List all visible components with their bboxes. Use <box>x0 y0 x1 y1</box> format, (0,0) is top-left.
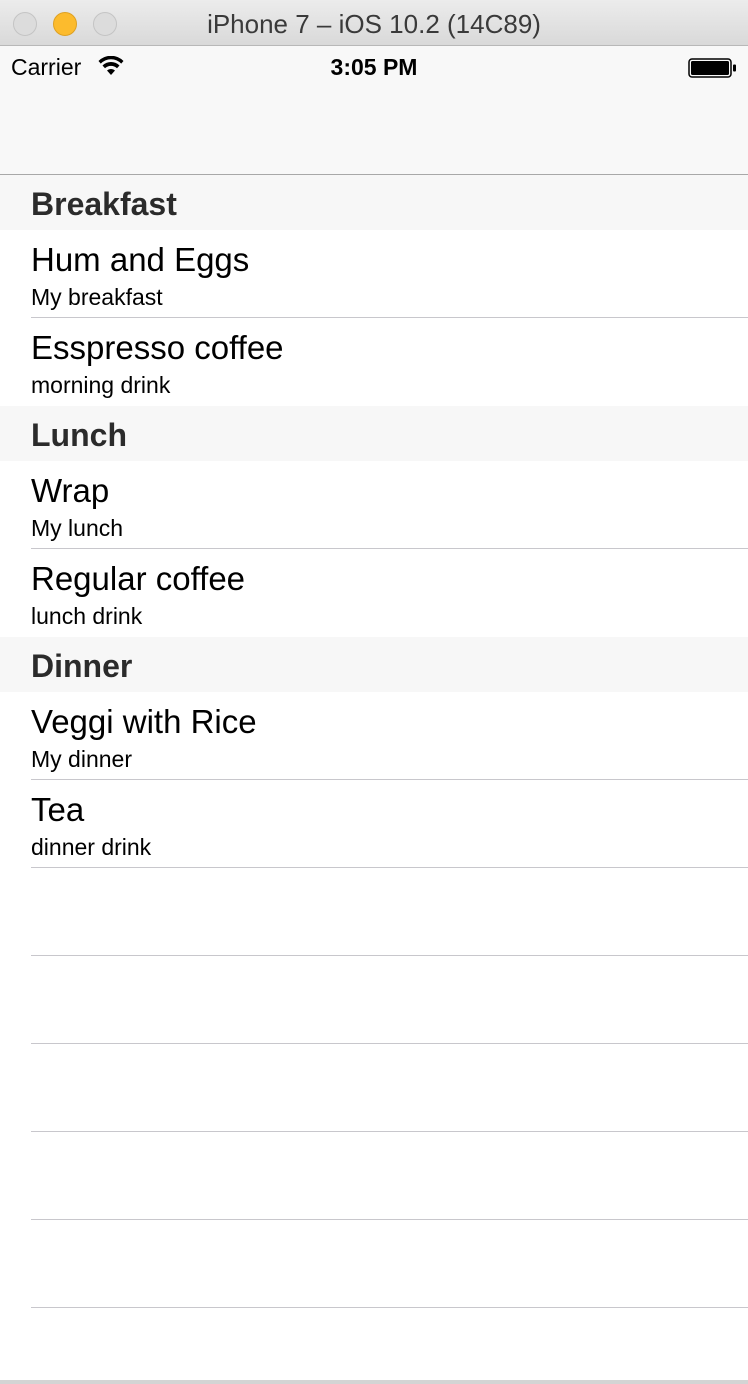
simulator-window: iPhone 7 – iOS 10.2 (14C89) Carrier 3:05… <box>0 0 748 1384</box>
window-bottom-edge <box>0 1380 748 1384</box>
row-title: Regular coffee <box>31 560 246 597</box>
row-title: Tea <box>31 791 85 828</box>
status-time: 3:05 PM <box>330 54 418 80</box>
section-title: Breakfast <box>31 186 177 222</box>
section-header-lunch: Lunch <box>0 406 748 461</box>
row-subtitle: My lunch <box>31 515 124 541</box>
meal-table: Breakfast Hum and Eggs My breakfast Essp… <box>0 175 748 1308</box>
table-row[interactable]: Regular coffee lunch drink <box>0 549 748 637</box>
section-title: Dinner <box>31 648 133 684</box>
table-row[interactable]: Hum and Eggs My breakfast <box>0 230 748 318</box>
row-separator <box>31 1307 748 1308</box>
row-title: Wrap <box>31 472 110 509</box>
section-title: Lunch <box>31 417 127 453</box>
empty-row <box>0 1132 748 1220</box>
table-row[interactable]: Esspresso coffee morning drink <box>0 318 748 406</box>
table-row[interactable]: Tea dinner drink <box>0 780 748 868</box>
navigation-bar: Carrier 3:05 PM <box>0 46 748 175</box>
row-title: Veggi with Rice <box>31 703 257 740</box>
row-title: Hum and Eggs <box>31 241 250 278</box>
section-header-breakfast: Breakfast <box>0 175 748 230</box>
row-subtitle: My breakfast <box>31 284 163 310</box>
table-row[interactable]: Wrap My lunch <box>0 461 748 549</box>
table-row[interactable]: Veggi with Rice My dinner <box>0 692 748 780</box>
row-subtitle: dinner drink <box>31 834 152 860</box>
window-title: iPhone 7 – iOS 10.2 (14C89) <box>207 9 541 39</box>
battery-icon <box>688 58 736 78</box>
empty-row <box>0 868 748 956</box>
empty-row <box>0 956 748 1044</box>
window-title-bar: iPhone 7 – iOS 10.2 (14C89) <box>0 0 748 46</box>
row-title: Esspresso coffee <box>31 329 284 366</box>
row-subtitle: morning drink <box>31 372 171 398</box>
empty-row <box>0 1044 748 1132</box>
empty-row <box>0 1220 748 1308</box>
row-subtitle: My dinner <box>31 746 132 772</box>
section-header-dinner: Dinner <box>0 637 748 692</box>
row-subtitle: lunch drink <box>31 603 143 629</box>
